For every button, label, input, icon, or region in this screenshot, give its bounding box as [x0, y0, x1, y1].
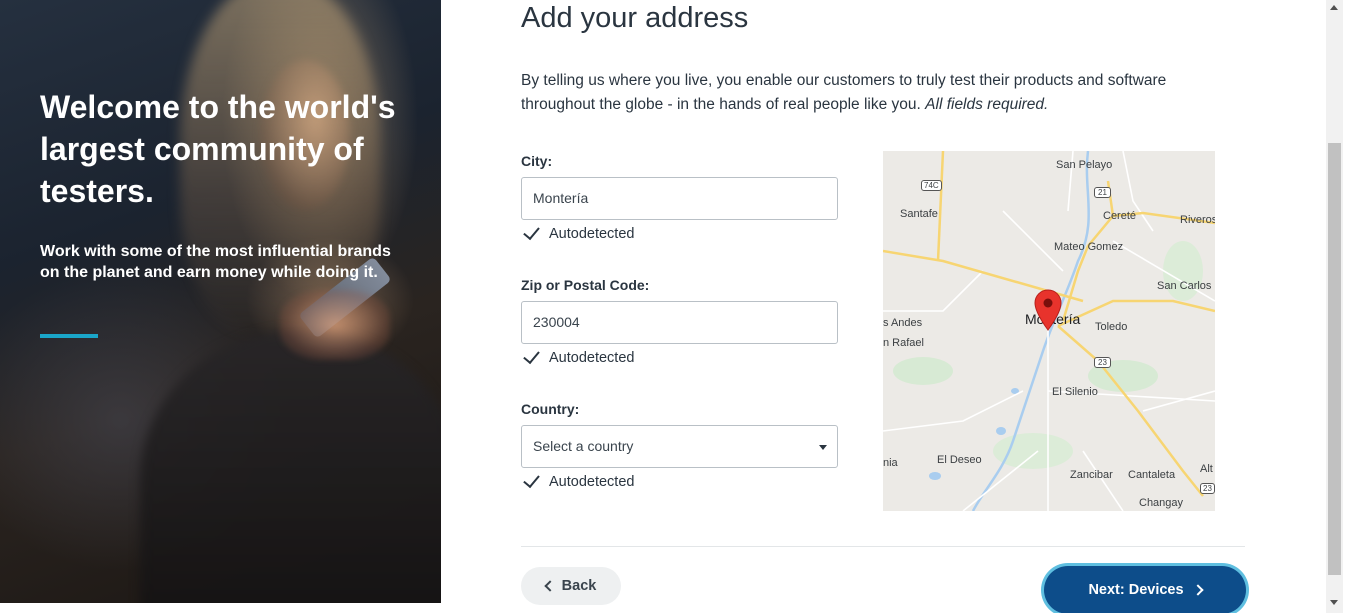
- hero-bottom-gap: [0, 603, 441, 613]
- check-icon: [524, 348, 544, 366]
- map-roads: [883, 151, 1215, 511]
- scroll-up-arrow-icon[interactable]: [1330, 5, 1338, 10]
- map-label-n-rafael: n Rafael: [883, 337, 924, 349]
- map-label-san-carlos: San Carlos: [1157, 280, 1212, 292]
- city-input[interactable]: Montería: [521, 177, 838, 220]
- country-label: Country:: [521, 401, 580, 417]
- zip-label: Zip or Postal Code:: [521, 277, 650, 293]
- map-label-nia: nia: [883, 457, 898, 469]
- chevron-left-icon: [543, 580, 556, 592]
- map-label-el-silenio: El Silenio: [1052, 386, 1098, 398]
- hero-subtitle: Work with some of the most influential b…: [40, 243, 391, 281]
- check-icon: [524, 224, 544, 242]
- country-status: Autodetected: [549, 474, 635, 490]
- back-button[interactable]: Back: [521, 567, 621, 605]
- intro-body: By telling us where you live, you enable…: [521, 72, 1167, 113]
- route-shield-23-south: 23: [1200, 483, 1215, 494]
- hero-photo-body: [140, 330, 441, 603]
- location-map[interactable]: San Pelayo Santafe Cereté Riveros Mateo …: [883, 151, 1215, 511]
- chevron-right-icon: [1191, 584, 1204, 596]
- intro-required-note: All fields required.: [925, 96, 1049, 113]
- map-label-alt: Alt: [1200, 463, 1213, 475]
- map-label-cerete: Cereté: [1103, 210, 1137, 222]
- hero-title: Welcome to the world's largest community…: [40, 89, 396, 209]
- map-label-changay: Changay: [1139, 497, 1184, 509]
- map-green-area: [1163, 241, 1203, 301]
- map-label-toledo: Toledo: [1095, 321, 1128, 333]
- route-shield-21: 21: [1094, 187, 1111, 198]
- page-title: Add your address: [521, 2, 749, 34]
- zip-status: Autodetected: [549, 350, 635, 366]
- intro-text: By telling us where you live, you enable…: [521, 69, 1221, 117]
- map-green-area: [993, 433, 1073, 469]
- country-select-value: Select a country: [533, 438, 634, 454]
- map-pin-icon[interactable]: [1034, 289, 1062, 331]
- map-label-zancibar: Zancibar: [1070, 469, 1113, 481]
- caret-down-icon: [819, 445, 827, 450]
- map-green-area: [893, 357, 953, 385]
- next-devices-button[interactable]: Next: Devices: [1044, 566, 1246, 613]
- map-label-riveros: Riveros: [1180, 214, 1215, 226]
- country-select[interactable]: Select a country: [521, 425, 838, 468]
- back-button-label: Back: [561, 578, 597, 594]
- map-label-santafe: Santafe: [900, 208, 938, 220]
- route-shield-74c: 74C: [921, 180, 942, 191]
- next-button-label: Next: Devices: [1088, 582, 1184, 598]
- city-autodetected: Autodetected: [524, 224, 634, 242]
- map-label-cantaleta: Cantaleta: [1128, 469, 1176, 481]
- route-shield-23: 23: [1094, 357, 1111, 368]
- country-autodetected: Autodetected: [524, 472, 634, 490]
- hero-photo-hand: [280, 290, 390, 360]
- map-label-s-andes: s Andes: [883, 317, 923, 329]
- zip-autodetected: Autodetected: [524, 348, 634, 366]
- map-water: [996, 427, 1006, 435]
- check-icon: [524, 472, 544, 490]
- hero-panel: Welcome to the world's largest community…: [0, 0, 441, 603]
- city-label: City:: [521, 153, 553, 169]
- map-label-san-pelayo: San Pelayo: [1056, 159, 1113, 171]
- city-status: Autodetected: [549, 226, 635, 242]
- map-label-mateo-gomez: Mateo Gomez: [1054, 241, 1124, 253]
- hero-accent-bar: [40, 334, 98, 338]
- form-divider: [521, 546, 1245, 547]
- map-water: [929, 472, 941, 480]
- map-label-el-deseo: El Deseo: [937, 454, 982, 466]
- zip-input[interactable]: 230004: [521, 301, 838, 344]
- address-page: Welcome to the world's largest community…: [0, 0, 1360, 613]
- scrollbar-thumb[interactable]: [1328, 143, 1341, 575]
- scroll-down-arrow-icon[interactable]: [1330, 600, 1338, 605]
